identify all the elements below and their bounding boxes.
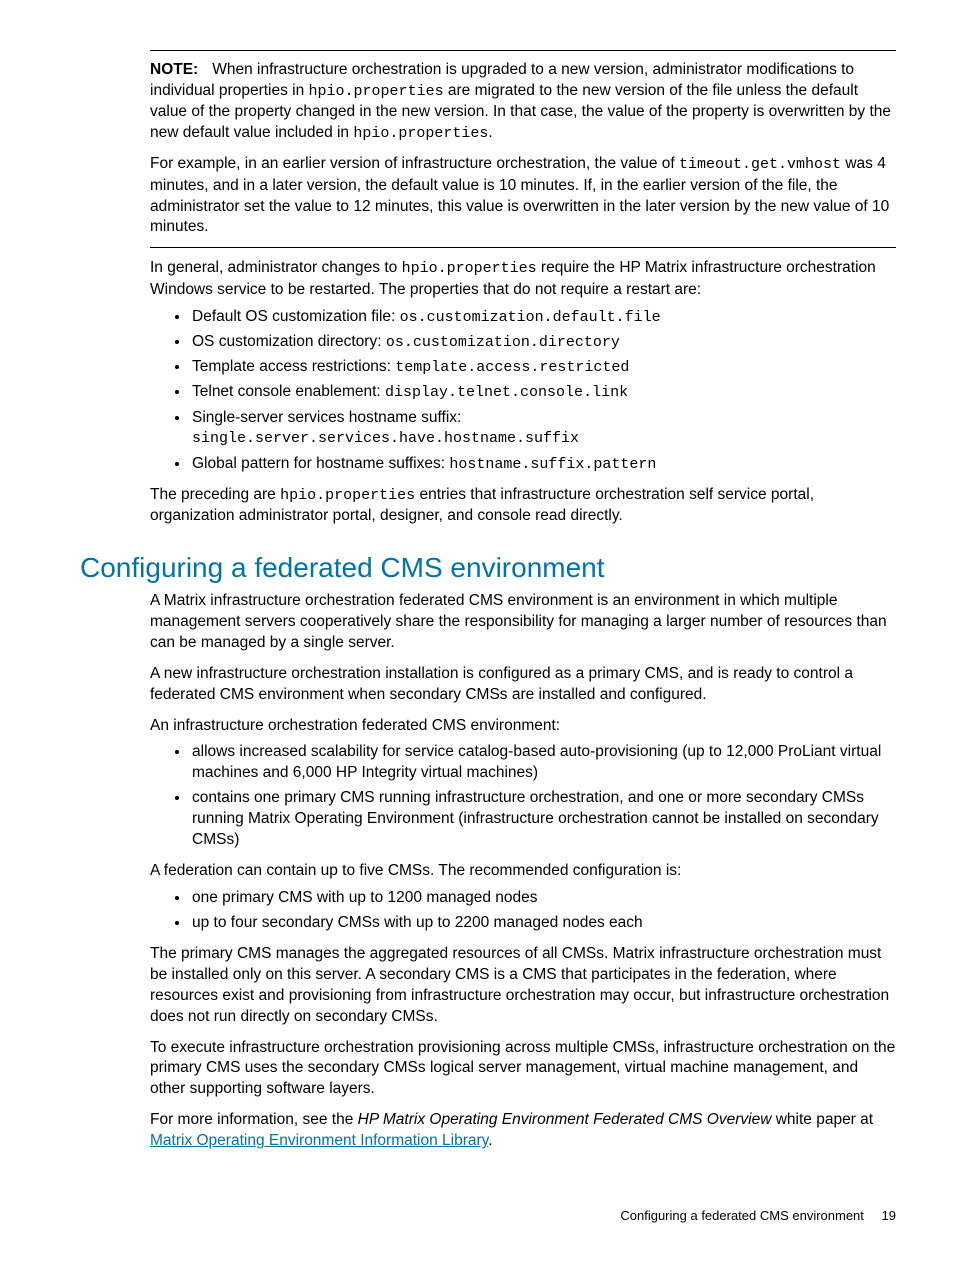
code-hpio-4: hpio.properties: [280, 487, 415, 504]
fed-p7a: For more information, see the: [150, 1111, 358, 1128]
list-item: OS customization directory: os.customiza…: [190, 332, 896, 353]
section-heading: Configuring a federated CMS environment: [80, 549, 896, 587]
fed-p5: The primary CMS manages the aggregated r…: [150, 944, 896, 1028]
note-text-2a: For example, in an earlier version of in…: [150, 155, 679, 172]
fed-p3: An infrastructure orchestration federate…: [150, 716, 896, 737]
list-item: Telnet console enablement: display.telne…: [190, 382, 896, 403]
note-paragraph-1: NOTE:When infrastructure orchestration i…: [150, 60, 896, 144]
note-paragraph-2: For example, in an earlier version of in…: [150, 154, 896, 238]
item-label: Telnet console enablement:: [192, 383, 385, 400]
info-library-link[interactable]: Matrix Operating Environment Information…: [150, 1132, 488, 1149]
note-label: NOTE:: [150, 61, 198, 78]
item-label: Global pattern for hostname suffixes:: [192, 455, 449, 472]
list-item: Default OS customization file: os.custom…: [190, 307, 896, 328]
general-section: In general, administrator changes to hpi…: [150, 258, 896, 527]
code-hpio-2: hpio.properties: [353, 125, 488, 142]
fed-list-2: one primary CMS with up to 1200 managed …: [150, 888, 896, 934]
item-code: os.customization.directory: [386, 334, 620, 351]
note-text-1c: .: [488, 124, 492, 141]
item-code: single.server.services.have.hostname.suf…: [192, 430, 579, 447]
list-item: one primary CMS with up to 1200 managed …: [190, 888, 896, 909]
fed-p7-italic: HP Matrix Operating Environment Federate…: [358, 1111, 772, 1128]
code-hpio-1: hpio.properties: [309, 83, 444, 100]
code-timeout: timeout.get.vmhost: [679, 156, 841, 173]
item-label: OS customization directory:: [192, 333, 386, 350]
fed-p7c: .: [488, 1132, 492, 1149]
fed-p7b: white paper at: [771, 1111, 873, 1128]
fed-p7: For more information, see the HP Matrix …: [150, 1110, 896, 1152]
code-hpio-3: hpio.properties: [402, 260, 537, 277]
general-text-2a: The preceding are: [150, 486, 280, 503]
page-container: NOTE:When infrastructure orchestration i…: [0, 0, 954, 1271]
fed-p4: A federation can contain up to five CMSs…: [150, 861, 896, 882]
fed-list-1: allows increased scalability for service…: [150, 742, 896, 851]
item-label: Single-server services hostname suffix:: [192, 409, 461, 426]
general-intro: In general, administrator changes to hpi…: [150, 258, 896, 300]
general-outro: The preceding are hpio.properties entrie…: [150, 485, 896, 527]
list-item: up to four secondary CMSs with up to 220…: [190, 913, 896, 934]
item-code: template.access.restricted: [395, 359, 629, 376]
page-footer: Configuring a federated CMS environment …: [620, 1207, 896, 1225]
item-label: Template access restrictions:: [192, 358, 395, 375]
list-item: Template access restrictions: template.a…: [190, 357, 896, 378]
item-code: os.customization.default.file: [400, 309, 661, 326]
federated-section: A Matrix infrastructure orchestration fe…: [150, 591, 896, 1152]
list-item: Global pattern for hostname suffixes: ho…: [190, 454, 896, 475]
properties-list: Default OS customization file: os.custom…: [150, 307, 896, 475]
item-label: Default OS customization file:: [192, 308, 400, 325]
list-item: Single-server services hostname suffix: …: [190, 408, 896, 450]
list-item: allows increased scalability for service…: [190, 742, 896, 784]
fed-p6: To execute infrastructure orchestration …: [150, 1038, 896, 1101]
footer-title: Configuring a federated CMS environment: [620, 1208, 864, 1223]
item-code: display.telnet.console.link: [385, 384, 628, 401]
list-item: contains one primary CMS running infrast…: [190, 788, 896, 851]
fed-p2: A new infrastructure orchestration insta…: [150, 664, 896, 706]
item-code: hostname.suffix.pattern: [449, 456, 656, 473]
general-text-1a: In general, administrator changes to: [150, 259, 402, 276]
fed-p1: A Matrix infrastructure orchestration fe…: [150, 591, 896, 654]
footer-page-number: 19: [882, 1208, 896, 1223]
note-block: NOTE:When infrastructure orchestration i…: [150, 50, 896, 248]
